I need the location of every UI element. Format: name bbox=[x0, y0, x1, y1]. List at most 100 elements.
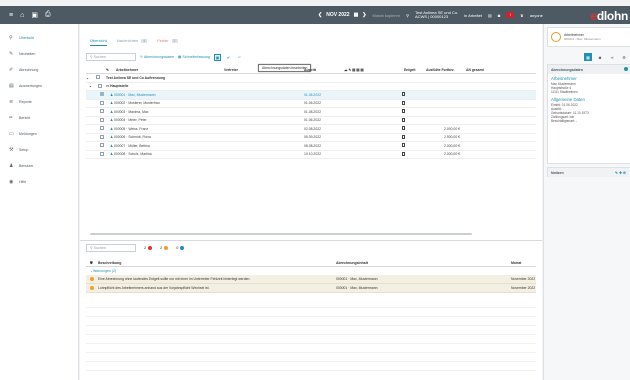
camera-icon[interactable]: ◙ bbox=[596, 53, 604, 61]
tab-errors[interactable]: Fehler 2 bbox=[157, 38, 178, 46]
document-icon[interactable] bbox=[402, 92, 444, 97]
warning-icon bbox=[90, 285, 94, 290]
notes-actions[interactable]: ✎ ✚ ⚙ bbox=[615, 171, 626, 175]
user-icon[interactable]: ◙ bbox=[498, 13, 500, 18]
row-checkbox[interactable] bbox=[100, 109, 104, 114]
tab-overview[interactable]: Übersicht bbox=[90, 38, 107, 46]
row-checkbox[interactable] bbox=[100, 126, 104, 131]
document-icon[interactable] bbox=[402, 117, 444, 123]
message-row[interactable]: Lohnpflicht des Arbeitnehmers anhand aus… bbox=[86, 284, 536, 293]
search-input[interactable]: ⚲ Suchen bbox=[86, 53, 136, 61]
table-row[interactable]: ♟ 000005 · Weiss, Franz 02.08.2022 2.000… bbox=[86, 125, 536, 134]
undo-icon[interactable]: ↶ bbox=[236, 54, 243, 61]
calendar-icon[interactable]: ▦ bbox=[354, 12, 359, 18]
person-icon: ♟ bbox=[110, 126, 114, 131]
employee-cell: ♟ 000006 · Schmidt, Fiona bbox=[110, 135, 151, 140]
shield-icon: ⛊ bbox=[90, 260, 93, 265]
warning-count[interactable]: 2 bbox=[160, 246, 169, 250]
sidebar-item[interactable]: ⚒ Setup bbox=[0, 142, 78, 158]
person-icon: ♟ bbox=[110, 101, 114, 106]
col-continued-pay[interactable]: Ausfüllte Fortbez. bbox=[426, 68, 466, 72]
edit-data-button[interactable]: ▣ bbox=[213, 53, 221, 61]
prev-period-button[interactable]: ❮ bbox=[318, 12, 322, 18]
document-icon[interactable] bbox=[402, 100, 444, 106]
info-count[interactable]: 0 bbox=[176, 246, 185, 250]
home-icon[interactable]: ⌂ bbox=[20, 12, 24, 19]
row-checkbox[interactable] bbox=[100, 92, 104, 97]
table-row[interactable]: ♟ 000002 · Musterer, Musterfrau 01.06.20… bbox=[86, 100, 536, 108]
sidebar-item[interactable]: ▤ Auswertungen bbox=[0, 78, 78, 94]
document-icon[interactable] bbox=[402, 151, 444, 157]
sidebar-item[interactable]: ◉ Hilfe bbox=[0, 174, 78, 190]
person-icon: ♟ bbox=[110, 118, 114, 123]
print-icon[interactable]: ⎙ bbox=[45, 11, 51, 19]
messages-search-input[interactable]: ⚲ Suchen bbox=[86, 244, 136, 252]
calculator-icon[interactable]: ▤ bbox=[488, 13, 492, 18]
table-row[interactable]: ♟ 000003 · Maxima, Max 01.08.2022 bbox=[86, 108, 536, 117]
notification-badge[interactable]: ! bbox=[506, 12, 515, 18]
subgroup-row[interactable]: ⌄ ▭ Hauptstelle bbox=[86, 83, 536, 91]
share-icon[interactable]: ⋖ bbox=[608, 53, 616, 61]
period-selector: ❮ NOV 2022 ▦ ❯ bbox=[318, 12, 367, 18]
employee-card[interactable]: Arbeitnehmer 000001 · Max, Mustermann bbox=[547, 27, 630, 47]
splitter[interactable] bbox=[80, 240, 542, 241]
message-row[interactable]: Eine Abrechnung ohne laufendes Entgelt s… bbox=[86, 275, 536, 284]
row-checkbox[interactable] bbox=[100, 134, 104, 139]
document-icon[interactable] bbox=[402, 143, 444, 148]
copy-month-button[interactable]: Monat kopieren bbox=[373, 13, 401, 18]
date-cell: 05.09.2022 bbox=[304, 135, 321, 140]
row-checkbox[interactable] bbox=[100, 117, 104, 122]
save-icon[interactable]: ▣ bbox=[31, 11, 38, 19]
table-row[interactable]: ♟ 000007 · Müller, Bettina 08.08.2022 2.… bbox=[86, 142, 536, 151]
sidebar-item[interactable]: ✎ Neuheiten bbox=[0, 46, 78, 62]
table-row[interactable]: ♟ 000001 · Max, Mustermann 01.06.2022 bbox=[86, 91, 536, 100]
col-employee[interactable]: Arbeitnehmer bbox=[116, 68, 224, 72]
error-count[interactable]: 2 bbox=[144, 246, 153, 250]
warnings-group[interactable]: ⌄ Warnungen (2) bbox=[86, 267, 536, 275]
group-row[interactable]: ⌄ Test Anlinea SE und Co Auftrennung bbox=[86, 74, 536, 83]
report-icon: ▤ bbox=[9, 82, 14, 89]
col-description[interactable]: Beschreibung bbox=[98, 261, 336, 265]
row-checkbox[interactable] bbox=[100, 143, 104, 148]
document-icon[interactable] bbox=[402, 109, 444, 114]
sidebar-item[interactable]: ♟ Benutzer bbox=[0, 158, 78, 174]
col-representative[interactable]: Vertreter bbox=[224, 68, 304, 72]
card-subtitle: 000001 · Max, Mustermann bbox=[564, 37, 601, 41]
col-total[interactable]: AN gesamt bbox=[466, 68, 496, 72]
sidebar-item[interactable]: ▭ Meldungen bbox=[0, 126, 78, 142]
settings-icon[interactable]: ⚙ bbox=[620, 53, 628, 61]
check-icon[interactable]: ✔ bbox=[225, 54, 232, 61]
col-exit[interactable]: Austritt bbox=[304, 68, 344, 72]
table-row[interactable]: ♟ 000008 · Schulz, Martina 10.10.2022 2.… bbox=[86, 151, 536, 159]
details-icon[interactable]: ▦ bbox=[584, 53, 592, 61]
sidebar-item[interactable]: ≋ Reporte bbox=[0, 94, 78, 110]
info-line: Beschäftigtenart: - bbox=[551, 119, 577, 124]
user-name[interactable]: anyone bbox=[530, 13, 543, 18]
table-row[interactable]: ♟ 000006 · Schmidt, Fiona 05.09.2022 2.5… bbox=[86, 134, 536, 142]
table-row[interactable]: ♟ 000004 · Meier, Peter 01.06.2022 bbox=[86, 117, 536, 125]
menu-icon[interactable]: ≡ bbox=[9, 12, 13, 19]
col-salary[interactable]: Entgelt bbox=[404, 68, 426, 72]
sidebar-item[interactable]: ⚲ Übersicht bbox=[0, 30, 78, 46]
document-icon[interactable] bbox=[402, 126, 444, 131]
next-period-button[interactable]: ❯ bbox=[362, 12, 366, 18]
date-cell: 01.08.2022 bbox=[304, 109, 321, 114]
tab-messages[interactable]: Nachrichten 4 bbox=[117, 38, 148, 46]
col-month[interactable]: Monat bbox=[511, 261, 536, 265]
sidebar-item-label: Übersicht bbox=[19, 36, 35, 40]
col-payroll-content[interactable]: Abrechnungsinhalt bbox=[336, 261, 511, 265]
mandant-button[interactable]: in Arbeitet bbox=[464, 13, 482, 18]
horizontal-scrollbar[interactable] bbox=[90, 233, 472, 235]
sidebar-item[interactable]: ✏ Bericht bbox=[0, 110, 78, 126]
document-icon[interactable] bbox=[402, 134, 444, 140]
period-label[interactable]: NOV 2022 bbox=[326, 12, 349, 18]
quick-entry-link[interactable]: ▦ Schnellerfassung bbox=[178, 55, 210, 59]
company-selector[interactable]: Test Anlinea SE und Co. ACWS | 00000123 bbox=[415, 11, 458, 19]
sidebar-item[interactable]: ✐ Abrechnung bbox=[0, 62, 78, 78]
section-general: Allgemeine Daten bbox=[551, 96, 585, 102]
payroll-data-link[interactable]: ✎ Abrechnungsdaten bbox=[140, 55, 174, 59]
messages-toolbar: ⚲ Suchen 2 2 0 bbox=[86, 244, 185, 252]
grid-toolbar: ⚲ Suchen ✎ Abrechnungsdaten ▦ Schnellerf… bbox=[86, 52, 536, 62]
row-checkbox[interactable] bbox=[100, 100, 104, 105]
row-checkbox[interactable] bbox=[100, 151, 104, 156]
